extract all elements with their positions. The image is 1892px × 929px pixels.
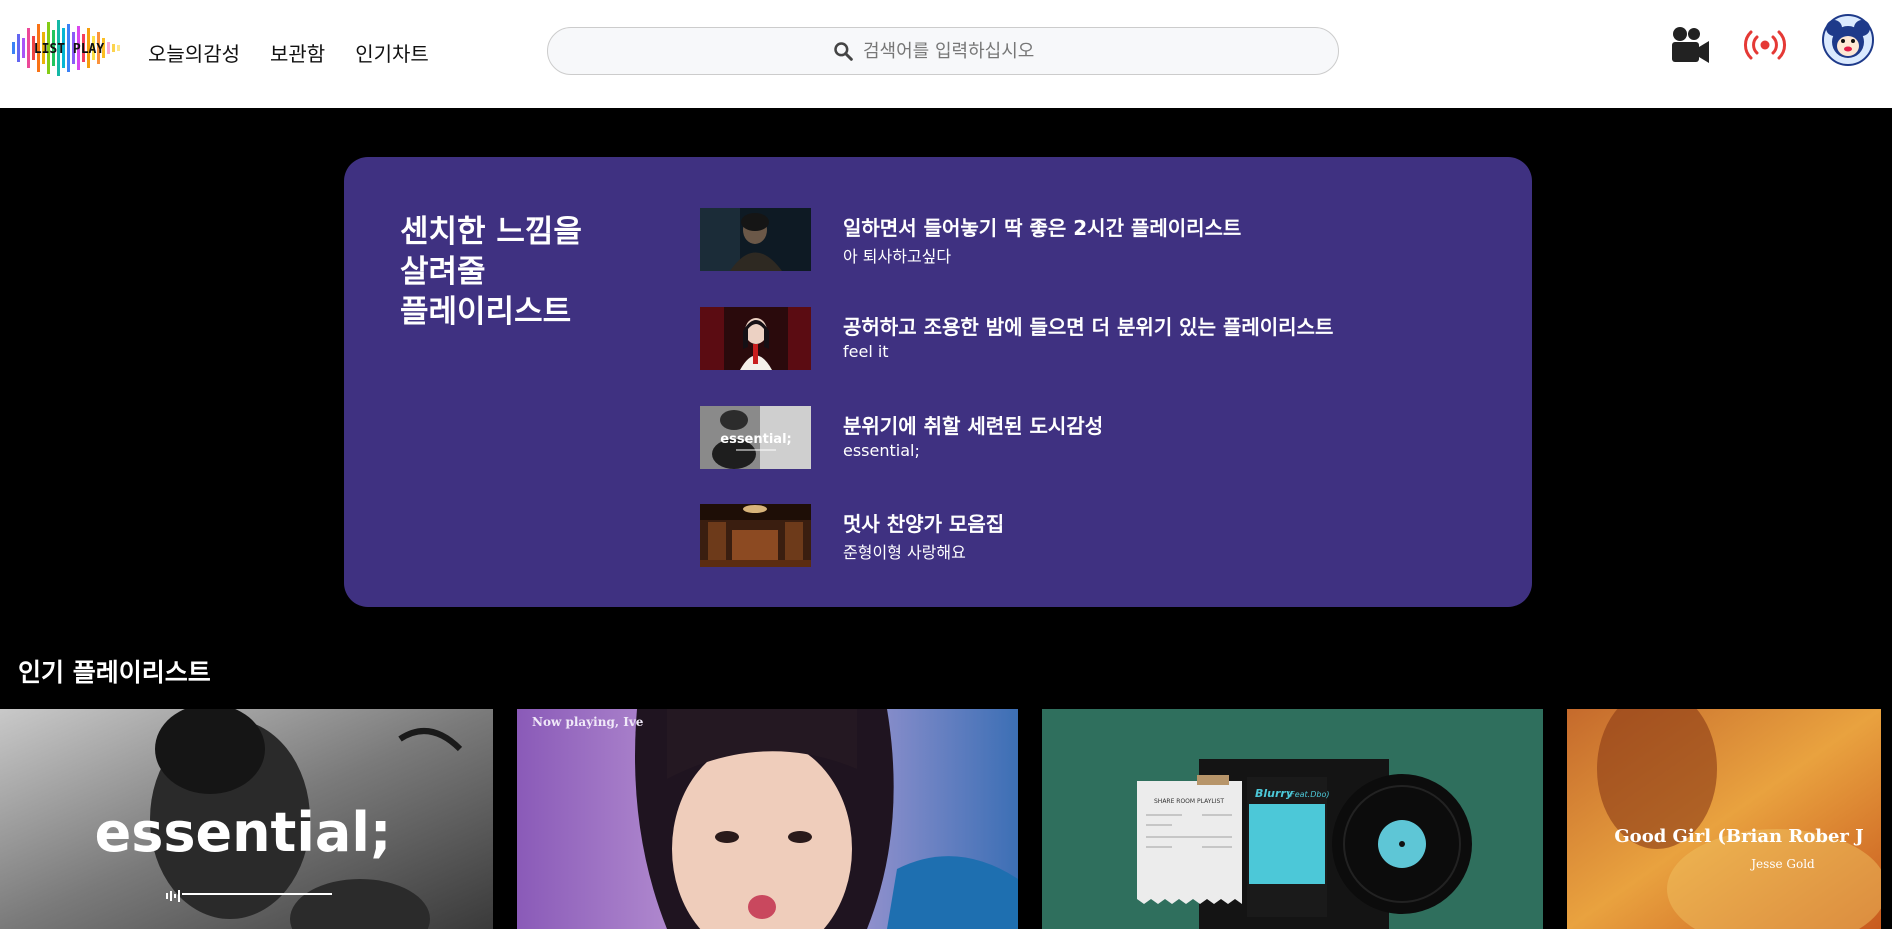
featured-panel: 센치한 느낌을 살려줄 플레이리스트 일하면서 들어놓기 딱 좋은 2시간 플레…: [344, 157, 1532, 607]
album-feat-text: (Feat.Dbo): [1287, 790, 1329, 799]
nav-popular-chart[interactable]: 인기차트: [355, 38, 429, 67]
popular-section-title: 인기 플레이리스트: [18, 658, 211, 687]
main-nav: 오늘의감성 보관함 인기차트: [148, 38, 429, 67]
search-icon: [834, 42, 853, 61]
card-artist-text: Jesse Gold: [1749, 857, 1815, 871]
playlist-title: 분위기에 취할 세련된 도시감성: [843, 414, 1104, 438]
receipt-header-text: SHARE ROOM PLAYLIST: [1154, 798, 1224, 805]
featured-playlist-item[interactable]: 멋사 찬양가 모음집 준형이형 사랑해요: [700, 504, 1460, 568]
playlist-title: 일하면서 들어놓기 딱 좋은 2시간 플레이리스트: [843, 216, 1242, 240]
playlist-thumbnail: essential;: [700, 406, 811, 469]
popular-playlist-card[interactable]: essential;: [0, 709, 493, 929]
video-camera-icon[interactable]: [1667, 22, 1713, 68]
profile-avatar[interactable]: [1822, 14, 1874, 66]
search-bar[interactable]: [547, 27, 1339, 75]
popular-playlist-card[interactable]: Good Girl (Brian Rober J Jesse Gold: [1567, 709, 1881, 929]
popular-playlist-card[interactable]: Blurry (Feat.Dbo) SHARE ROOM PLAYLIST: [1042, 709, 1543, 929]
card-caption-text: Now playing, Ive: [532, 715, 644, 729]
featured-playlist-item[interactable]: 공허하고 조용한 밤에 들으면 더 분위기 있는 플레이리스트 feel it: [700, 307, 1460, 371]
search-input[interactable]: [863, 40, 1053, 62]
playlist-thumbnail: [700, 208, 811, 271]
playlist-title: 공허하고 조용한 밤에 들으면 더 분위기 있는 플레이리스트: [843, 315, 1334, 339]
list-play-logo[interactable]: LIST PLAY: [8, 16, 130, 80]
featured-title: 센치한 느낌을 살려줄 플레이리스트: [400, 214, 582, 330]
playlist-thumbnail: [700, 307, 811, 370]
broadcast-icon[interactable]: [1742, 22, 1788, 68]
card-song-title-text: Good Girl (Brian Rober J: [1614, 826, 1863, 847]
nav-today-mood[interactable]: 오늘의감성: [148, 38, 240, 67]
playlist-subtitle: essential;: [843, 441, 920, 460]
featured-playlist-item[interactable]: essential; 분위기에 취할 세련된 도시감성 essential;: [700, 406, 1460, 470]
featured-playlist-item[interactable]: 일하면서 들어놓기 딱 좋은 2시간 플레이리스트 아 퇴사하고싶다: [700, 208, 1460, 272]
playlist-thumbnail: [700, 504, 811, 567]
playlist-subtitle: 준형이형 사랑해요: [843, 543, 966, 562]
playlist-title: 멋사 찬양가 모음집: [843, 512, 1005, 536]
logo-text: LIST PLAY: [34, 42, 105, 57]
top-header: LIST PLAY 오늘의감성 보관함 인기차트: [0, 0, 1892, 108]
nav-library[interactable]: 보관함: [270, 38, 325, 67]
thumbnail-text: essential;: [720, 432, 791, 447]
card-title-text: essential;: [95, 801, 392, 864]
playlist-subtitle: 아 퇴사하고싶다: [843, 247, 952, 266]
popular-playlist-card[interactable]: Now playing, Ive: [517, 709, 1018, 929]
playlist-subtitle: feel it: [843, 342, 889, 361]
